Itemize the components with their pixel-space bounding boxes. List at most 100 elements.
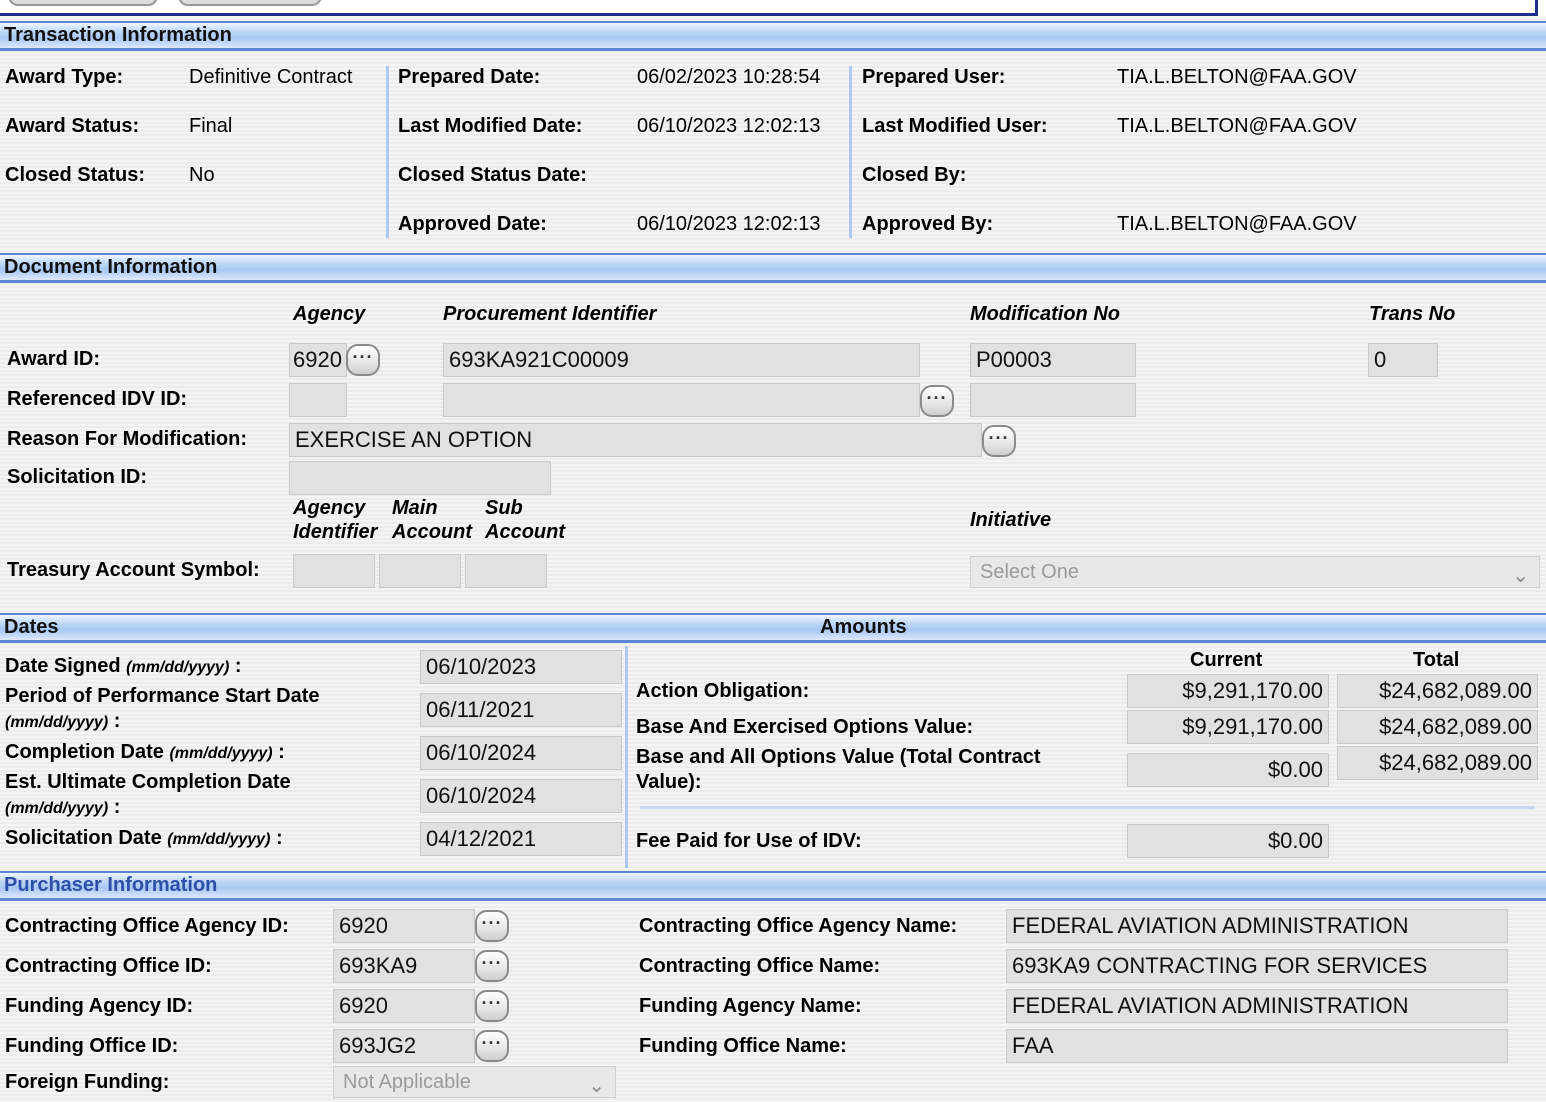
fee-paid-idv-label: Fee Paid for Use of IDV: [636,830,862,852]
base-all-options-label-cont: Value): [636,771,702,793]
column-divider [849,66,852,238]
ref-idv-modification-input[interactable] [970,383,1136,417]
prepared-user-label: Prepared User: [862,66,1006,88]
date-signed-input[interactable]: 06/10/2023 [420,650,622,684]
tas-sub-account-input[interactable] [465,554,547,588]
foreign-funding-label: Foreign Funding: [5,1071,170,1093]
column-header-trans-no: Trans No [1369,303,1456,325]
est-ultimate-completion-date-format: (mm/dd/yyyy) : [5,796,121,818]
tas-main-account-input[interactable] [379,554,461,588]
section-header-transaction: Transaction Information [0,21,1546,51]
last-modified-user-label: Last Modified User: [862,115,1048,137]
contracting-office-agency-id-input[interactable]: 6920 [333,909,475,943]
last-modified-user-value: TIA.L.BELTON@FAA.GOV [1117,115,1357,137]
foreign-funding-select[interactable]: Not Applicable ⌄ [333,1066,616,1098]
contracting-office-id-input[interactable]: 693KA9 [333,949,475,983]
column-header-agency: Agency [293,303,366,325]
column-divider [625,646,628,868]
toolbar-button-partial[interactable] [8,0,158,6]
base-exercised-options-current-input[interactable]: $9,291,170.00 [1127,710,1329,744]
reason-for-modification-label: Reason For Modification: [7,428,247,450]
tas-header-main-account: Main Account [392,497,472,543]
ref-idv-piid-input[interactable] [443,383,920,417]
section-header-dates-amounts: Dates Amounts [0,613,1546,643]
ellipsis-icon[interactable]: ··· [346,344,380,376]
ellipsis-icon[interactable]: ··· [920,385,954,417]
prepared-date-label: Prepared Date: [398,66,541,88]
base-exercised-options-total-input[interactable]: $24,682,089.00 [1337,710,1538,744]
foreign-funding-selected-value: Not Applicable [343,1071,471,1093]
completion-date-label: Completion Date (mm/dd/yyyy) : [5,741,285,763]
award-status-value: Final [189,115,233,137]
referenced-idv-label: Referenced IDV ID: [7,388,188,410]
amounts-column-total: Total [1413,649,1460,671]
treasury-account-symbol-label: Treasury Account Symbol: [7,559,260,581]
ellipsis-icon[interactable]: ··· [982,425,1016,457]
amounts-column-current: Current [1190,649,1263,671]
award-trans-no-input[interactable]: 0 [1368,343,1438,377]
contracting-office-agency-name-input[interactable]: FEDERAL AVIATION ADMINISTRATION [1006,909,1508,943]
solicitation-id-input[interactable] [289,461,551,495]
reason-for-modification-input[interactable]: EXERCISE AN OPTION [289,423,982,457]
initiative-select[interactable]: Select One ⌄ [970,556,1540,588]
action-obligation-total-input[interactable]: $24,682,089.00 [1337,674,1538,708]
contracting-office-id-label: Contracting Office ID: [5,955,212,977]
approved-by-label: Approved By: [862,213,994,235]
closed-status-date-label: Closed Status Date: [398,164,587,186]
prepared-user-value: TIA.L.BELTON@FAA.GOV [1117,66,1357,88]
approved-date-value: 06/10/2023 12:02:13 [637,213,821,235]
tas-agency-identifier-input[interactable] [293,554,375,588]
pop-start-date-label: Period of Performance Start Date [5,685,320,707]
award-piid-input[interactable]: 693KA921C00009 [443,343,920,377]
base-all-options-label: Base and All Options Value (Total Contra… [636,746,1041,768]
completion-date-input[interactable]: 06/10/2024 [420,736,622,770]
action-obligation-label: Action Obligation: [636,680,810,702]
chevron-down-icon: ⌄ [1512,565,1529,587]
award-id-label: Award ID: [7,348,100,370]
funding-office-name-input[interactable]: FAA [1006,1029,1508,1063]
action-obligation-current-input[interactable]: $9,291,170.00 [1127,674,1329,708]
award-agency-input[interactable]: 6920 [289,343,347,377]
ellipsis-icon[interactable]: ··· [475,950,509,982]
funding-agency-id-label: Funding Agency ID: [5,995,194,1017]
contracting-office-name-input[interactable]: 693KA9 CONTRACTING FOR SERVICES [1006,949,1508,983]
amounts-divider [640,806,1535,809]
funding-agency-id-input[interactable]: 6920 [333,989,475,1023]
ellipsis-icon[interactable]: ··· [475,990,509,1022]
contracting-office-name-label: Contracting Office Name: [639,955,881,977]
funding-agency-name-input[interactable]: FEDERAL AVIATION ADMINISTRATION [1006,989,1508,1023]
funding-office-id-input[interactable]: 693JG2 [333,1029,475,1063]
award-type-label: Award Type: [5,66,124,88]
ellipsis-icon[interactable]: ··· [475,1030,509,1062]
closed-status-value: No [189,164,215,186]
funding-office-id-label: Funding Office ID: [5,1035,179,1057]
closed-by-label: Closed By: [862,164,967,186]
tas-header-agency-identifier: Agency Identifier [293,497,378,543]
fee-paid-idv-input[interactable]: $0.00 [1127,824,1329,858]
closed-status-label: Closed Status: [5,164,146,186]
section-title-dates: Dates [4,616,59,638]
pop-start-date-input[interactable]: 06/11/2021 [420,693,622,727]
award-modification-input[interactable]: P00003 [970,343,1136,377]
top-toolbar-strip [0,0,1546,16]
solicitation-date-input[interactable]: 04/12/2021 [420,822,622,856]
solicitation-date-label: Solicitation Date (mm/dd/yyyy) : [5,827,283,849]
funding-agency-name-label: Funding Agency Name: [639,995,862,1017]
base-exercised-options-label: Base And Exercised Options Value: [636,716,974,738]
last-modified-date-value: 06/10/2023 12:02:13 [637,115,821,137]
column-divider [386,66,389,238]
approved-by-value: TIA.L.BELTON@FAA.GOV [1117,213,1357,235]
tas-header-sub-account: Sub Account [485,497,565,543]
pop-start-date-format: (mm/dd/yyyy) : [5,710,121,732]
est-ultimate-completion-date-input[interactable]: 06/10/2024 [420,779,622,813]
toolbar-button-partial[interactable] [178,0,322,6]
ellipsis-icon[interactable]: ··· [475,910,509,942]
award-status-label: Award Status: [5,115,140,137]
ref-idv-agency-input[interactable] [289,383,347,417]
prepared-date-value: 06/02/2023 10:28:54 [637,66,821,88]
section-header-document: Document Information [0,253,1546,283]
base-all-options-total-input[interactable]: $24,682,089.00 [1337,746,1538,780]
base-all-options-current-input[interactable]: $0.00 [1127,753,1329,787]
section-title-amounts: Amounts [820,616,907,638]
contracting-office-agency-name-label: Contracting Office Agency Name: [639,915,958,937]
